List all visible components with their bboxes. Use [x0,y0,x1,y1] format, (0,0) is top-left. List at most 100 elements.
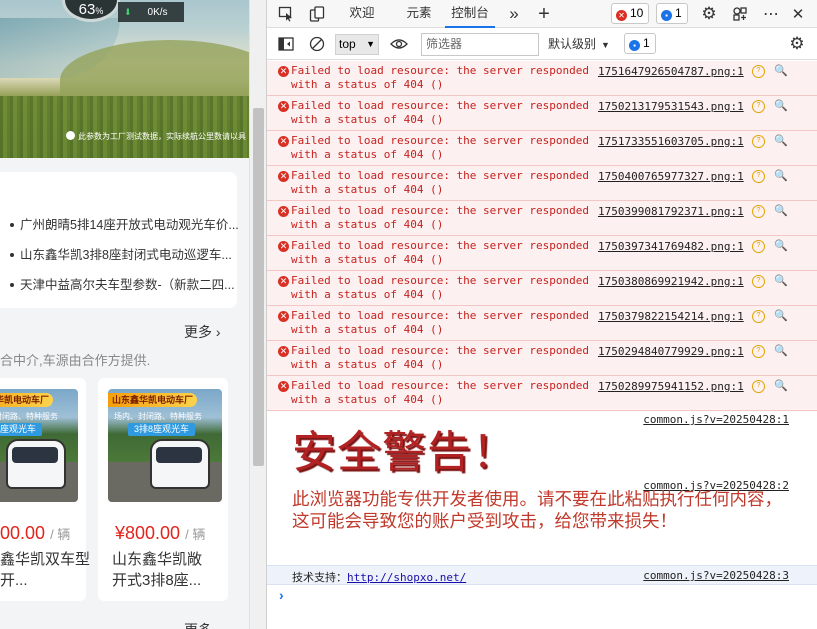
error-count-badge[interactable]: ✕ 10 [611,3,650,24]
error-source-link[interactable]: 1750399081792371.png:1 [598,205,744,218]
tab-welcome[interactable]: 欢迎 [341,0,383,28]
error-source-link[interactable]: 1751733551603705.png:1 [598,135,744,148]
console-error-row: ✕ Failed to load resource: the server res… [267,131,817,166]
copilot-explain-icon[interactable]: ? [752,170,765,183]
price-unit: / 辆 [185,527,206,542]
error-message: Failed to load resource: the server resp… [291,169,590,196]
error-circle-icon: ✕ [278,66,289,77]
dropdown-arrow-icon: ▼ [366,39,375,49]
error-source-link[interactable]: 1750294840779929.png:1 [598,345,744,358]
issues-badge[interactable]: ▪ 1 [624,33,656,54]
product-image: 山东鑫华凯电动车厂 场内、封闭路、特种服务 3排8座观光车 [108,389,222,502]
more-link[interactable]: 更多 [184,620,212,629]
error-source-link[interactable]: 1750289975941152.png:1 [598,380,744,393]
error-icon: ✕ [616,10,627,21]
error-message: Failed to load resource: the server resp… [291,274,590,301]
more-tabs-icon[interactable]: » [504,4,524,24]
copilot-explain-icon[interactable]: ? [752,100,765,113]
context-select[interactable]: top ▼ [335,34,379,55]
scrollbar-thumb[interactable] [253,108,264,466]
product-image: 山东鑫华凯电动车厂 场内、封闭路、特种服务 16座观光车 [0,389,78,502]
error-source-link[interactable]: 1751647926504787.png:1 [598,65,744,78]
tech-support-row: 技术支持：http://shopxo.net/ common.js?v=2025… [267,565,817,585]
copilot-explain-icon[interactable]: ? [752,345,765,358]
filter-input[interactable]: 筛选器 [421,33,539,56]
search-error-icon[interactable]: 🔍 [774,64,788,77]
page-scrollbar[interactable] [249,0,266,629]
copilot-explain-icon[interactable]: ? [752,240,765,253]
more-link[interactable]: 更多 › [184,322,221,342]
sidebar-toggle-icon[interactable] [276,34,296,54]
log-levels-dropdown[interactable]: 默认级别 ▼ [548,33,610,56]
console-error-row: ✕ Failed to load resource: the server res… [267,376,817,411]
web-page: 63% ⬇ 0K/s 此参数为工厂测试数据，实际续航公里数请以具 广州朗晴5排14… [0,0,266,629]
tab-elements[interactable]: 元素 [397,0,441,28]
message-count-badge[interactable]: ▪ 1 [656,3,688,24]
console-prompt[interactable]: › [279,587,284,603]
hero-banner-image: 63% ⬇ 0K/s 此参数为工厂测试数据，实际续航公里数请以具 [0,0,249,158]
copilot-explain-icon[interactable]: ? [752,310,765,323]
search-error-icon[interactable]: 🔍 [774,309,788,322]
search-error-icon[interactable]: 🔍 [774,134,788,147]
copilot-explain-icon[interactable]: ? [752,205,765,218]
search-error-icon[interactable]: 🔍 [774,99,788,112]
inspect-element-icon[interactable] [276,4,296,24]
news-item[interactable]: 广州朗晴5排14座开放式电动观光车价... [0,214,239,233]
news-item[interactable]: 天津中益高尔夫车型参数-（新款二四... [0,274,235,293]
copilot-explain-icon[interactable]: ? [752,135,765,148]
news-item[interactable]: 山东鑫华凯3排8座封闭式电动巡逻车... [0,244,232,263]
devtools-panel: 欢迎 元素 控制台 » + ✕ 10 ▪ 1 ⚙ ⋯ ✕ top ▼ 筛选器 默认级别… [266,0,817,629]
message-icon: ▪ [661,10,672,21]
error-source-link[interactable]: 1750400765977327.png:1 [598,170,744,183]
filter-placeholder: 筛选器 [426,37,463,51]
settings-gear-icon[interactable]: ⚙ [699,4,719,24]
search-error-icon[interactable]: 🔍 [774,169,788,182]
error-source-link[interactable]: 1750213179531543.png:1 [598,100,744,113]
error-source-link[interactable]: 1750379822154214.png:1 [598,310,744,323]
log-source-link[interactable]: common.js?v=20250428:3 [643,569,789,582]
error-source-link[interactable]: 1750397341769482.png:1 [598,240,744,253]
error-source-link[interactable]: 1750380869921942.png:1 [598,275,744,288]
support-link[interactable]: http://shopxo.net/ [347,571,466,584]
clear-console-icon[interactable] [307,34,327,54]
console-settings-gear-icon[interactable]: ⚙ [787,34,807,54]
product-name[interactable]: 鑫华凯双车型开... [0,549,104,591]
error-message: Failed to load resource: the server resp… [291,134,590,161]
device-emulation-icon[interactable] [307,4,327,24]
copilot-explain-icon[interactable]: ? [752,65,765,78]
error-message: Failed to load resource: the server resp… [291,99,590,126]
info-icon [66,131,75,140]
product-card[interactable]: 山东鑫华凯电动车厂 场内、封闭路、特种服务 16座观光车 00.00 / 辆 鑫… [0,378,90,601]
customize-icon[interactable] [730,4,750,24]
search-error-icon[interactable]: 🔍 [774,379,788,392]
product-banner: 山东鑫华凯电动车厂 [108,393,198,407]
news-item-text: 天津中益高尔夫车型参数-（新款二四... [20,278,235,292]
download-arrow-icon: ⬇ [124,7,132,17]
error-circle-icon: ✕ [278,171,289,182]
tab-console[interactable]: 控制台 [445,0,495,28]
product-name[interactable]: 山东鑫华凯敞开式3排8座... [112,549,216,591]
product-card[interactable]: 山东鑫华凯电动车厂 场内、封闭路、特种服务 3排8座观光车 ¥800.00 / … [98,378,228,601]
search-error-icon[interactable]: 🔍 [774,239,788,252]
log-source-link[interactable]: common.js?v=20250428:1 [643,413,789,426]
product-sub: 场内、封闭路、特种服务 [114,412,202,421]
product-sub: 场内、封闭路、特种服务 [0,412,58,421]
search-error-icon[interactable]: 🔍 [774,274,788,287]
bullet-icon [10,282,14,287]
security-warning-title: 安全警告！ [292,427,517,478]
security-warning-text: 此浏览器功能专供开发者使用。请不要在此粘贴执行任何内容，这可能会导致您的账户受到… [292,490,782,532]
price-value: 00.00 [0,523,46,543]
search-error-icon[interactable]: 🔍 [774,344,788,357]
product-banner: 山东鑫华凯电动车厂 [0,393,54,407]
search-error-icon[interactable]: 🔍 [774,204,788,217]
close-icon[interactable]: ✕ [788,4,808,24]
tab-label: 元素 [406,6,432,20]
copilot-explain-icon[interactable]: ? [752,275,765,288]
console-error-row: ✕ Failed to load resource: the server res… [267,201,817,236]
console-error-row: ✕ Failed to load resource: the server res… [267,166,817,201]
news-list: 广州朗晴5排14座开放式电动观光车价... 山东鑫华凯3排8座封闭式电动巡逻车.… [0,172,239,308]
copilot-explain-icon[interactable]: ? [752,380,765,393]
more-options-icon[interactable]: ⋯ [761,4,781,24]
live-expression-eye-icon[interactable] [389,34,409,54]
add-tab-icon[interactable]: + [534,3,554,25]
